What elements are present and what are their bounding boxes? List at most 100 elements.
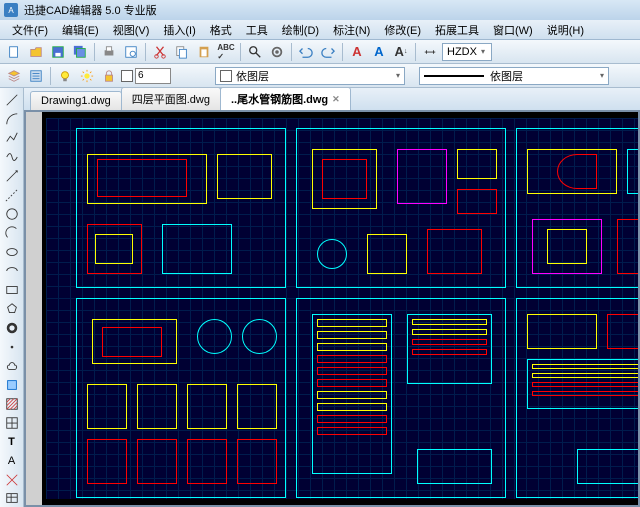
- spline-icon[interactable]: [3, 149, 21, 166]
- textstyle-dropdown[interactable]: HZDX ▾: [442, 43, 492, 61]
- workarea: Drawing1.dwg 四层平面图.dwg ..尾水管钢筋图.dwg ✕: [24, 88, 640, 507]
- paste-icon[interactable]: [194, 42, 214, 62]
- textstyle-a3-icon[interactable]: A↓: [391, 42, 411, 62]
- bulb-on-icon[interactable]: [55, 66, 75, 86]
- menu-edit[interactable]: 编辑(E): [56, 20, 105, 40]
- frame: [296, 298, 506, 498]
- tab-label: 四层平面图.dwg: [132, 91, 210, 107]
- hatch-icon[interactable]: [3, 395, 21, 412]
- document-tabs: Drawing1.dwg 四层平面图.dwg ..尾水管钢筋图.dwg ✕: [24, 88, 640, 110]
- line-icon[interactable]: [3, 92, 21, 109]
- sun-icon[interactable]: [77, 66, 97, 86]
- text-icon[interactable]: A: [3, 452, 21, 469]
- color-swatch[interactable]: [121, 70, 133, 82]
- polygon-icon[interactable]: [3, 300, 21, 317]
- new-icon[interactable]: [4, 42, 24, 62]
- donut-icon[interactable]: [3, 319, 21, 336]
- block-icon[interactable]: [3, 414, 21, 431]
- elliparc-icon[interactable]: [3, 263, 21, 280]
- menu-file[interactable]: 文件(F): [6, 20, 54, 40]
- arc-icon[interactable]: [3, 111, 21, 128]
- saveall-icon[interactable]: [70, 42, 90, 62]
- menu-insert[interactable]: 插入(I): [157, 20, 201, 40]
- frame: [76, 128, 286, 288]
- frame: [516, 128, 640, 288]
- frame: [516, 298, 640, 498]
- separator: [145, 43, 146, 61]
- linetype-value: 依图层: [490, 68, 523, 84]
- tab-drawing1[interactable]: Drawing1.dwg: [30, 91, 122, 110]
- chevron-down-icon: ▾: [481, 47, 485, 56]
- menu-bar: 文件(F) 编辑(E) 视图(V) 插入(I) 格式 工具 绘制(D) 标注(N…: [0, 20, 640, 40]
- revision-cloud-icon[interactable]: [3, 357, 21, 374]
- toolbar-standard: ABC✓ A A A↓ HZDX ▾: [0, 40, 640, 64]
- chevron-down-icon: ▾: [600, 71, 604, 80]
- color-dropdown[interactable]: 依图层 ▾: [215, 67, 405, 85]
- gear-icon[interactable]: [267, 42, 287, 62]
- menu-help[interactable]: 说明(H): [541, 20, 590, 40]
- wipeout-icon[interactable]: [3, 471, 21, 488]
- menu-dim[interactable]: 标注(N): [327, 20, 376, 40]
- ruler-vertical: [26, 112, 42, 505]
- menu-view[interactable]: 视图(V): [107, 20, 156, 40]
- menu-window[interactable]: 窗口(W): [487, 20, 539, 40]
- region-icon[interactable]: [3, 376, 21, 393]
- toolbar-layers: 依图层 ▾ 依图层 ▾: [0, 64, 640, 88]
- tab-floor4[interactable]: 四层平面图.dwg: [121, 88, 221, 110]
- table-icon[interactable]: [3, 490, 21, 507]
- color-value: 依图层: [236, 68, 269, 84]
- separator: [342, 43, 343, 61]
- undo-icon[interactable]: [296, 42, 316, 62]
- redo-icon[interactable]: [318, 42, 338, 62]
- menu-format[interactable]: 格式: [204, 20, 238, 40]
- rect-icon[interactable]: [3, 282, 21, 299]
- drawing-canvas[interactable]: [24, 110, 640, 507]
- ray-icon[interactable]: [3, 168, 21, 185]
- close-icon[interactable]: ✕: [332, 94, 340, 105]
- mtext-icon[interactable]: T: [3, 433, 21, 450]
- layers-icon[interactable]: [4, 66, 24, 86]
- tab-label: ..尾水管钢筋图.dwg: [231, 91, 328, 107]
- menu-draw[interactable]: 绘制(D): [276, 20, 325, 40]
- app-logo: A: [4, 3, 18, 17]
- color-swatch-icon: [220, 70, 232, 82]
- save-icon[interactable]: [48, 42, 68, 62]
- point-icon[interactable]: [3, 338, 21, 355]
- layer-props-icon[interactable]: [26, 66, 46, 86]
- window-title: 迅捷CAD编辑器 5.0 专业版: [24, 2, 157, 18]
- open-icon[interactable]: [26, 42, 46, 62]
- layer-number-input[interactable]: [135, 68, 171, 84]
- chevron-down-icon: ▾: [396, 71, 400, 80]
- circle-icon[interactable]: [3, 206, 21, 223]
- menu-tools[interactable]: 工具: [240, 20, 274, 40]
- menu-modify[interactable]: 修改(E): [378, 20, 427, 40]
- frame: [76, 298, 286, 498]
- lock-icon[interactable]: [99, 66, 119, 86]
- linetype-dropdown[interactable]: 依图层 ▾: [419, 67, 609, 85]
- spellcheck-icon[interactable]: ABC✓: [216, 42, 236, 62]
- cut-icon[interactable]: [150, 42, 170, 62]
- polyline-icon[interactable]: [3, 130, 21, 147]
- separator: [415, 43, 416, 61]
- main-area: T A Drawing1.dwg 四层平面图.dwg ..尾水管钢筋图.dwg ✕: [0, 88, 640, 507]
- separator: [291, 43, 292, 61]
- print-icon[interactable]: [99, 42, 119, 62]
- print-preview-icon[interactable]: [121, 42, 141, 62]
- find-icon[interactable]: [245, 42, 265, 62]
- textstyle-a2-icon[interactable]: A: [369, 42, 389, 62]
- tab-rebar[interactable]: ..尾水管钢筋图.dwg ✕: [220, 88, 351, 110]
- frame: [296, 128, 506, 288]
- menu-extend[interactable]: 拓展工具: [429, 20, 485, 40]
- arc2-icon[interactable]: [3, 225, 21, 242]
- copy-icon[interactable]: [172, 42, 192, 62]
- xline-icon[interactable]: [3, 187, 21, 204]
- dim-icon[interactable]: [420, 42, 440, 62]
- tab-label: Drawing1.dwg: [41, 95, 111, 107]
- textstyle-value: HZDX: [447, 46, 477, 58]
- ellipse-icon[interactable]: [3, 244, 21, 261]
- draw-toolbar: T A: [0, 88, 24, 507]
- line-preview-icon: [424, 75, 484, 77]
- separator: [240, 43, 241, 61]
- textstyle-a-icon[interactable]: A: [347, 42, 367, 62]
- drawing-sheet: [46, 118, 640, 499]
